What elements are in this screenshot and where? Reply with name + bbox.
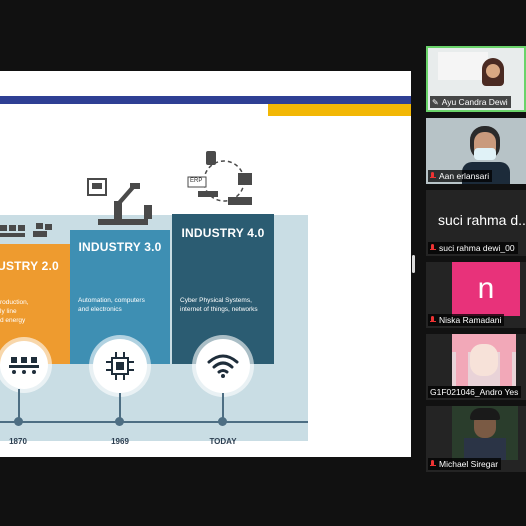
participant-video [474,148,496,160]
participant-tile[interactable]: n Niska Ramadani [426,262,526,328]
timeline-dot [115,417,124,426]
participant-name: Niska Ramadani [439,315,502,325]
muted-mic-icon [430,460,436,468]
panel-resize-handle[interactable] [412,255,415,273]
participant-name-tag: Niska Ramadani [428,314,505,326]
chip-icon [93,339,147,393]
slide-accent-band [268,104,411,116]
wifi-icon [196,339,250,393]
industry-4-description: Cyber Physical Systems, internet of thin… [180,297,258,313]
meeting-window: { "slide": { "columns": [ {"title": "UST… [0,0,526,526]
participant-tile[interactable]: Michael Siregar [426,406,526,472]
participant-name-tag: G1F021046_Andro Yes [428,386,522,398]
cloud-network-icon: ERP [184,151,262,213]
pin-icon: ✎ [432,97,439,107]
year-label: 1870 [9,437,27,446]
shared-screen: USTRY 2.0 roduction, ly line d energy IN… [0,71,411,457]
avatar [452,334,516,386]
participant-video [486,64,500,78]
industry-2-description: roduction, ly line d energy [0,299,29,324]
participant-name: Michael Siregar [439,459,499,469]
industry-3-description: Automation, computers and electronics [78,297,145,313]
participant-tile[interactable]: suci rahma d... suci rahma dewi_00 [426,190,526,256]
participant-tile[interactable]: ✎ Ayu Candra Dewi [426,46,526,112]
muted-mic-icon [430,316,436,324]
participant-video [452,406,518,460]
slide-header-band [0,96,411,104]
participant-name: Ayu Candra Dewi [441,97,508,107]
muted-mic-icon [430,244,436,252]
industry-2-title: USTRY 2.0 [0,259,59,273]
robot-arm-icon [86,175,156,231]
avatar: n [452,262,520,316]
erp-label: ERP [190,178,203,184]
timeline-dot [14,417,23,426]
participant-name-tag: suci rahma dewi_00 [428,242,518,254]
participant-name-tag: ✎ Ayu Candra Dewi [430,96,511,108]
participant-tile[interactable]: G1F021046_Andro Yes [426,334,526,400]
participant-name-tag: Aan erlansari [428,170,493,182]
conveyor-icon [0,341,48,389]
participant-tile[interactable]: Aan erlansari [426,118,526,184]
participant-display-name: suci rahma d... [438,212,526,228]
year-label: 1969 [111,437,129,446]
timeline-dot [218,417,227,426]
participant-video [438,52,488,80]
industry-4-title: INDUSTRY 4.0 [181,226,265,240]
timeline-line [0,421,308,423]
industry-3-title: INDUSTRY 3.0 [78,240,162,254]
participant-name: suci rahma dewi_00 [439,243,515,253]
participant-name: G1F021046_Andro Yes [430,387,519,397]
participant-name: Aan erlansari [439,171,490,181]
participant-name-tag: Michael Siregar [428,458,502,470]
year-label: TODAY [209,437,237,446]
muted-mic-icon [430,172,436,180]
boxes-icon [0,219,58,243]
